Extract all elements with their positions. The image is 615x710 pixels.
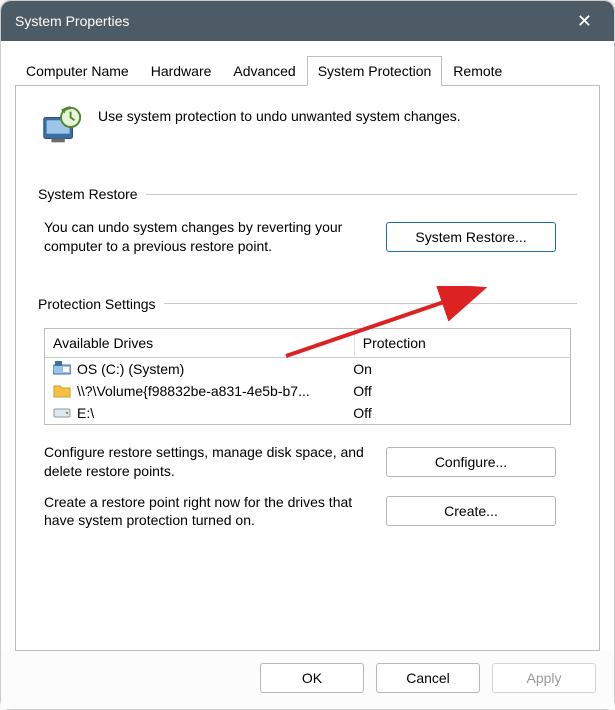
group-divider xyxy=(146,194,577,195)
drives-table-body: OS (C:) (System) On \\?\Volume{f98832be-… xyxy=(45,358,570,424)
titlebar: System Properties ✕ xyxy=(1,1,614,41)
dialog-footer: OK Cancel Apply xyxy=(1,651,614,709)
col-available-drives[interactable]: Available Drives xyxy=(45,329,355,357)
intro-text: Use system protection to undo unwanted s… xyxy=(98,104,461,124)
drive-name: E:\ xyxy=(77,405,94,421)
create-desc: Create a restore point right now for the… xyxy=(44,493,374,531)
apply-button[interactable]: Apply xyxy=(492,663,596,693)
drive-protection: Off xyxy=(353,383,562,399)
drives-table-header: Available Drives Protection xyxy=(45,329,570,358)
tabpage-system-protection: Use system protection to undo unwanted s… xyxy=(15,85,600,651)
close-icon[interactable]: ✕ xyxy=(569,7,600,36)
drive-protection: Off xyxy=(353,405,562,421)
tab-system-protection[interactable]: System Protection xyxy=(307,56,443,86)
tab-hardware[interactable]: Hardware xyxy=(140,56,223,86)
group-label-protection: Protection Settings xyxy=(38,296,156,312)
tab-advanced[interactable]: Advanced xyxy=(222,56,306,86)
table-row[interactable]: OS (C:) (System) On xyxy=(45,358,570,380)
drive-protection: On xyxy=(353,361,562,377)
group-divider xyxy=(164,303,577,304)
table-row[interactable]: E:\ Off xyxy=(45,402,570,424)
ok-button[interactable]: OK xyxy=(260,663,364,693)
drives-table: Available Drives Protection OS (C:) (Sys… xyxy=(44,328,571,425)
drive-name: OS (C:) (System) xyxy=(77,361,184,377)
cancel-button[interactable]: Cancel xyxy=(376,663,480,693)
drive-name: \\?\Volume{f98832be-a831-4e5b-b7... xyxy=(77,383,310,399)
drive-icon xyxy=(53,405,71,420)
system-restore-icon xyxy=(38,104,84,150)
configure-button[interactable]: Configure... xyxy=(386,447,556,477)
tab-computer-name[interactable]: Computer Name xyxy=(15,56,140,86)
restore-desc: You can undo system changes by reverting… xyxy=(44,218,374,256)
group-label-restore: System Restore xyxy=(38,186,138,202)
create-button[interactable]: Create... xyxy=(386,496,556,526)
folder-icon xyxy=(53,383,71,398)
tab-remote[interactable]: Remote xyxy=(442,56,513,86)
system-restore-button[interactable]: System Restore... xyxy=(386,222,556,252)
configure-desc: Configure restore settings, manage disk … xyxy=(44,443,374,481)
window-content: Computer Name Hardware Advanced System P… xyxy=(1,41,614,709)
window-title: System Properties xyxy=(15,13,569,29)
intro-row: Use system protection to undo unwanted s… xyxy=(38,104,577,150)
tabstrip: Computer Name Hardware Advanced System P… xyxy=(1,41,614,85)
table-row[interactable]: \\?\Volume{f98832be-a831-4e5b-b7... Off xyxy=(45,380,570,402)
group-system-restore: System Restore You can undo system chang… xyxy=(38,186,577,256)
group-protection-settings: Protection Settings Available Drives Pro… xyxy=(38,296,577,531)
os-drive-icon xyxy=(53,361,71,376)
col-protection[interactable]: Protection xyxy=(355,329,570,357)
